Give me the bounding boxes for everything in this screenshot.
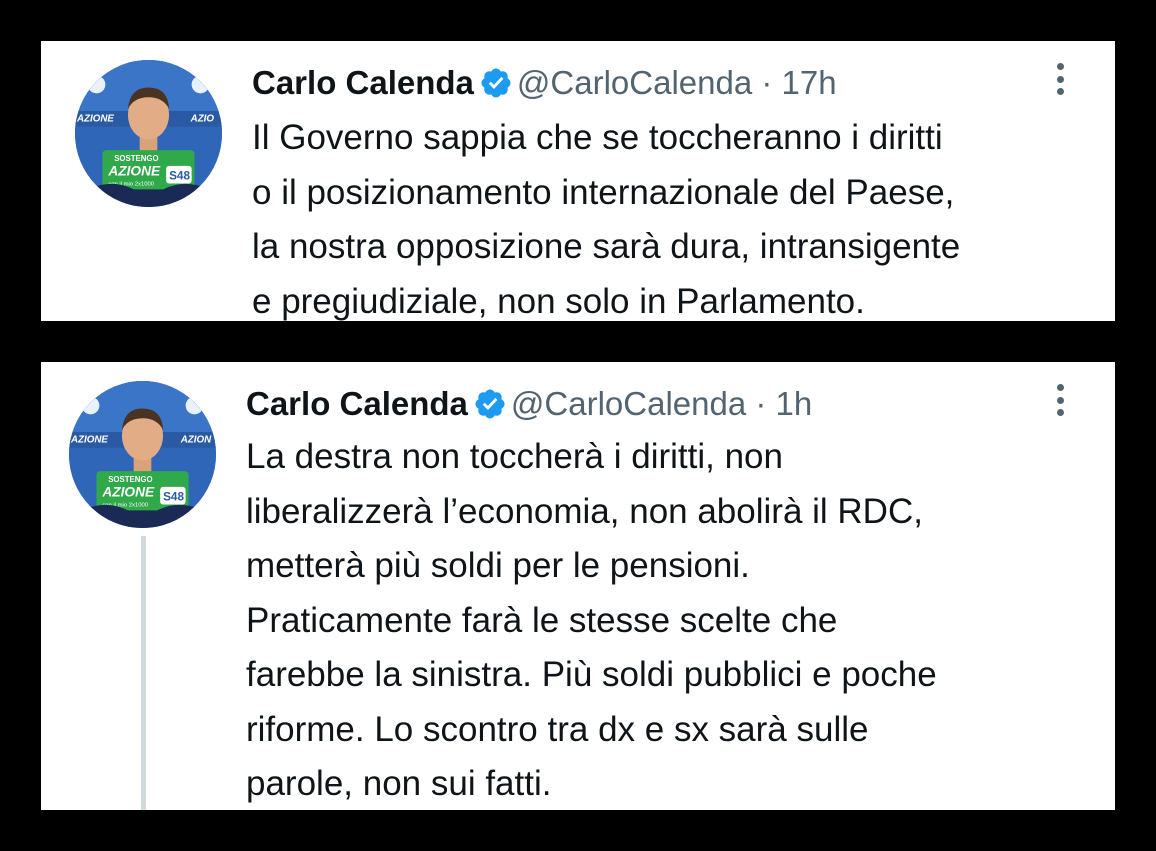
svg-text:AZIO: AZIO (190, 114, 215, 125)
tweet-text-line: parole, non sui fatti. (246, 764, 552, 803)
tweet-text: La destra non toccherà i diritti, non li… (246, 430, 937, 810)
svg-text:S48: S48 (169, 170, 190, 183)
tweet-text-line: La destra non toccherà i diritti, non (246, 437, 783, 476)
avatar[interactable]: AZIONE AZIO SOSTENGO AZIONE con il mio 2… (75, 60, 222, 207)
tweet-card[interactable]: AZIONE AZIO SOSTENGO AZIONE con il mio 2… (41, 41, 1115, 321)
author-name[interactable]: Carlo Calenda (252, 64, 474, 101)
svg-text:AZIONE: AZIONE (70, 435, 108, 446)
tweet-timestamp[interactable]: 1h (776, 385, 813, 422)
tweet-text-line: Il Governo sappia che se toccheranno i d… (252, 118, 943, 157)
tweet-text-line: riforme. Lo scontro tra dx e sx sarà sul… (246, 709, 869, 749)
verified-badge-icon (473, 387, 507, 421)
svg-text:SOSTENGO: SOSTENGO (108, 475, 152, 484)
author-name[interactable]: Carlo Calenda (246, 385, 468, 422)
author-handle[interactable]: @CarloCalenda (511, 385, 746, 422)
tweet-header: Carlo Calenda @CarloCalenda · 17h (252, 61, 837, 105)
verified-badge-icon (479, 66, 513, 100)
tweet-text: Il Governo sappia che se toccheranno i d… (252, 111, 960, 321)
svg-text:AZION: AZION (180, 435, 212, 446)
avatar-image: AZIONE AZION SOSTENGO AZIONE con il mio … (69, 381, 216, 528)
thread-connector-line (141, 536, 146, 810)
more-options-icon[interactable] (1045, 380, 1075, 420)
tweet-text-line: liberalizzerà l’economia, non abolirà il… (246, 491, 923, 531)
svg-text:AZIONE: AZIONE (101, 485, 155, 500)
tweet-header: Carlo Calenda @CarloCalenda · 1h (246, 382, 812, 426)
tweet-card[interactable]: AZIONE AZION SOSTENGO AZIONE con il mio … (41, 362, 1115, 810)
avatar-image: AZIONE AZIO SOSTENGO AZIONE con il mio 2… (75, 60, 222, 207)
tweet-text-line: la nostra opposizione sarà dura, intrans… (252, 227, 961, 266)
tweet-text-line: o il posizionamento internazionale del P… (252, 172, 955, 212)
svg-text:S48: S48 (163, 491, 184, 504)
svg-text:SOSTENGO: SOSTENGO (114, 154, 158, 163)
svg-text:AZIONE: AZIONE (76, 114, 114, 125)
author-handle[interactable]: @CarloCalenda (517, 64, 752, 101)
tweet-text-line: e pregiudiziale, non solo in Parlamento. (252, 281, 865, 321)
svg-text:AZIONE: AZIONE (107, 164, 161, 179)
tweet-text-line: Praticamente farà le stesse scelte che (246, 600, 838, 640)
more-options-icon[interactable] (1045, 59, 1075, 99)
tweet-text-line: metterà più soldi per le pensioni. (246, 546, 750, 585)
tweet-text-line: farebbe la sinistra. Più soldi pubblici … (246, 655, 937, 694)
tweet-timestamp[interactable]: 17h (782, 64, 837, 101)
separator-dot: · (755, 385, 767, 422)
separator-dot: · (761, 64, 773, 101)
avatar[interactable]: AZIONE AZION SOSTENGO AZIONE con il mio … (69, 381, 216, 528)
